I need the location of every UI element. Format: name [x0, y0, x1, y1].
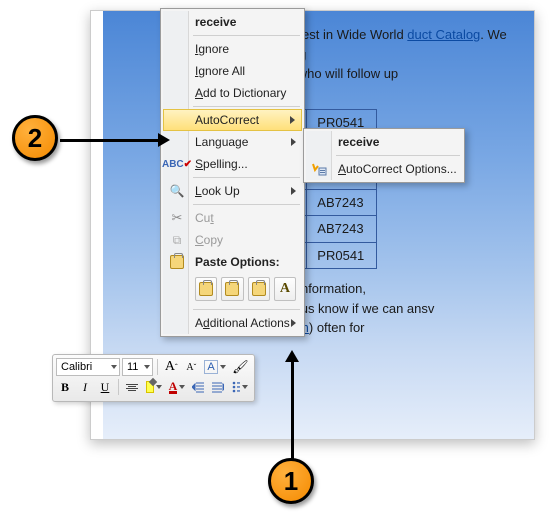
indent-decrease-icon — [192, 381, 204, 393]
menu-item-language[interactable]: Language — [163, 131, 302, 153]
format-painter-button[interactable]: 🖌 — [230, 358, 251, 376]
clipboard-icon — [252, 282, 266, 296]
font-name-combo[interactable]: Calibri — [56, 358, 120, 376]
align-center-button[interactable] — [123, 378, 141, 396]
arrowhead-up-icon — [285, 350, 299, 362]
text-fragment: ) often for — [309, 320, 365, 335]
highlight-icon — [146, 381, 154, 393]
chevron-down-icon — [242, 385, 248, 389]
menu-item-autocorrect[interactable]: AutoCorrect — [163, 109, 302, 131]
font-size-combo[interactable]: 11 — [122, 358, 153, 376]
paste-keep-source-button[interactable] — [195, 277, 217, 301]
menu-item-additional-actions[interactable]: Additional Actions — [163, 312, 302, 334]
indent-increase-button[interactable] — [209, 378, 227, 396]
chevron-right-icon — [290, 116, 295, 124]
underline-button[interactable]: U — [96, 378, 114, 396]
scissors-icon — [169, 210, 185, 226]
bullets-button[interactable] — [229, 378, 251, 396]
separator — [193, 177, 300, 178]
bullets-icon — [232, 381, 240, 393]
autocorrect-options-icon — [311, 161, 327, 177]
clipboard-icon — [225, 282, 239, 296]
italic-button[interactable]: I — [76, 378, 94, 396]
shrink-font-button[interactable]: Aˇ — [182, 358, 200, 376]
indent-increase-icon — [212, 381, 224, 393]
separator — [118, 379, 119, 395]
chevron-down-icon — [111, 365, 117, 369]
paste-picture-button[interactable] — [248, 277, 270, 301]
styles-button[interactable]: A — [202, 358, 228, 376]
chevron-right-icon — [291, 138, 296, 146]
lookup-icon: 🔍 — [169, 183, 185, 199]
grow-font-button[interactable]: Aˆ — [162, 358, 180, 376]
separator — [193, 106, 300, 107]
link-product-catalog[interactable]: duct Catalog — [407, 27, 480, 42]
chevron-down-icon — [220, 365, 226, 369]
menu-item-cut: Cut — [163, 207, 302, 229]
font-color-button[interactable]: A — [167, 378, 187, 396]
submenu-item-receive[interactable]: receive — [306, 131, 462, 153]
separator — [193, 204, 300, 205]
spelling-context-menu: receive Ignore Ignore All Add to Diction… — [160, 8, 305, 337]
callout-line — [291, 360, 294, 460]
chevron-right-icon — [291, 187, 296, 195]
paste-merge-button[interactable] — [221, 277, 243, 301]
autocorrect-submenu: receive AutoCorrect Options... — [303, 128, 465, 183]
table-cell: PR0541 — [307, 242, 377, 269]
menu-item-copy: Copy — [163, 229, 302, 251]
bold-button[interactable]: B — [56, 378, 74, 396]
chevron-right-icon — [291, 319, 296, 327]
callout-badge-2: 2 — [12, 115, 58, 161]
table-cell: AB7243 — [307, 216, 377, 243]
table-cell: AB7243 — [307, 189, 377, 216]
menu-item-ignore[interactable]: Ignore — [163, 38, 302, 60]
separator — [157, 359, 158, 375]
separator — [193, 309, 300, 310]
menu-item-spelling[interactable]: ABC✔ Spelling... — [163, 153, 302, 175]
spelling-icon: ABC✔ — [169, 156, 185, 172]
menu-item-suggestion[interactable]: receive — [163, 11, 302, 33]
menu-item-add-dictionary[interactable]: Add to Dictionary — [163, 82, 302, 104]
chevron-down-icon — [179, 385, 185, 389]
mini-toolbar: Calibri 11 Aˆ Aˇ A 🖌 B I U A — [52, 354, 255, 402]
separator — [336, 155, 460, 156]
copy-icon — [169, 232, 185, 248]
font-name-value: Calibri — [61, 361, 92, 373]
menu-item-paste-options-label: Paste Options: — [163, 251, 302, 273]
indent-decrease-button[interactable] — [189, 378, 207, 396]
arrowhead-right-icon — [158, 133, 170, 147]
font-size-value: 11 — [127, 361, 138, 373]
chevron-down-icon — [144, 365, 150, 369]
highlight-button[interactable] — [143, 378, 165, 396]
menu-item-lookup[interactable]: 🔍 Look Up — [163, 180, 302, 202]
callout-badge-1: 1 — [268, 458, 314, 504]
separator — [193, 35, 300, 36]
paste-text-only-button[interactable]: A — [274, 277, 296, 301]
submenu-item-autocorrect-options[interactable]: AutoCorrect Options... — [306, 158, 462, 180]
menu-item-ignore-all[interactable]: Ignore All — [163, 60, 302, 82]
callout-line — [60, 139, 160, 142]
chevron-down-icon — [156, 385, 162, 389]
clipboard-icon — [199, 282, 213, 296]
align-center-icon — [126, 384, 138, 391]
clipboard-icon — [169, 254, 185, 270]
